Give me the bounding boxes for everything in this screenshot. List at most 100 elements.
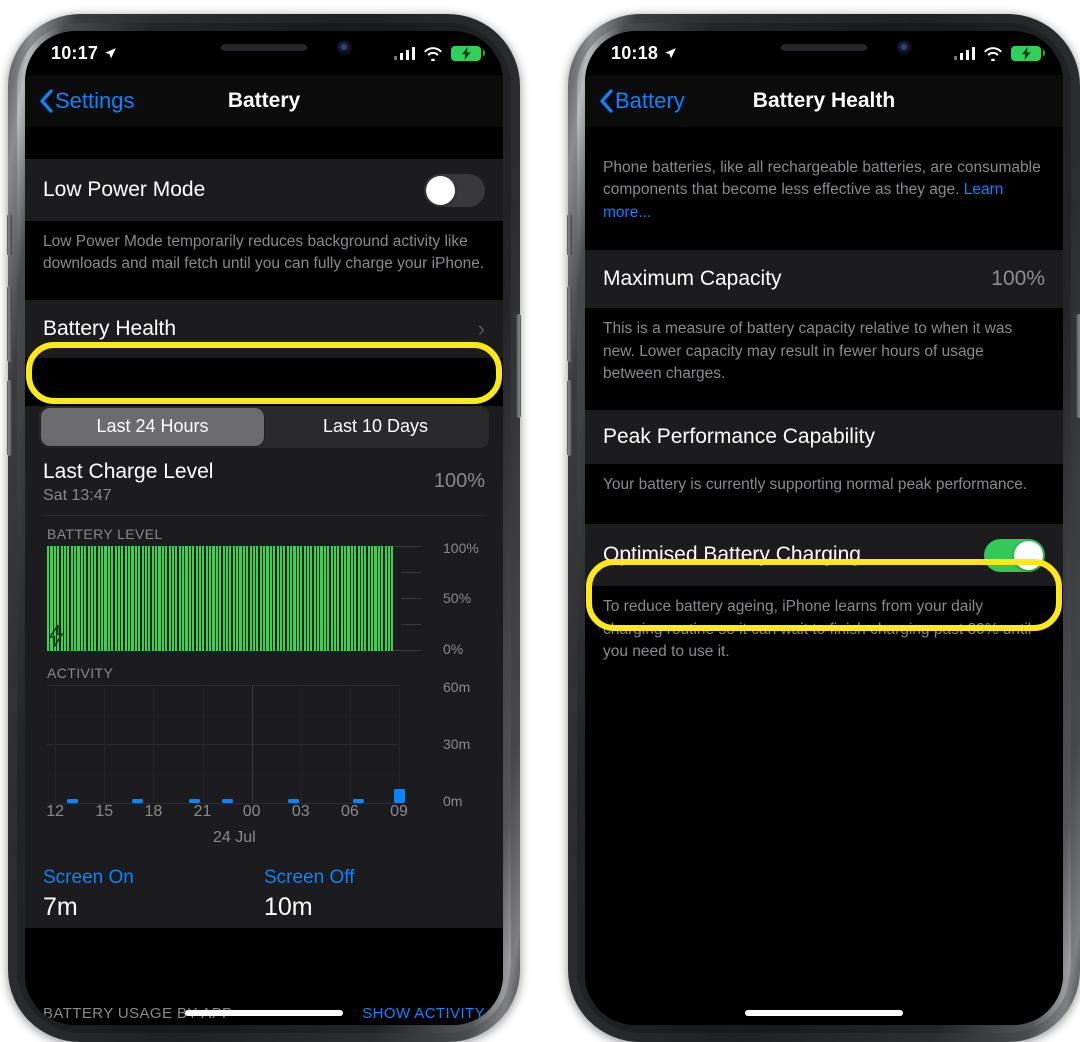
home-indicator[interactable] xyxy=(185,1010,343,1016)
y-tick-label: 50% xyxy=(443,590,472,607)
right-screen: 10:18 Battery Battery Health Phone batte… xyxy=(585,31,1063,1025)
y-tick-label: 0m xyxy=(443,793,463,810)
mute-switch[interactable] xyxy=(567,214,572,256)
toggle-knob xyxy=(1014,540,1043,570)
volume-up-button[interactable] xyxy=(567,286,572,362)
low-power-mode-toggle[interactable] xyxy=(424,173,485,207)
battery-health-row[interactable]: Battery Health › xyxy=(25,299,503,358)
battery-charging-icon xyxy=(1011,45,1045,61)
gridline xyxy=(47,714,399,716)
wifi-icon xyxy=(424,46,442,61)
last-charge-level-row: Last Charge Level Sat 13:47 100% xyxy=(25,448,503,515)
low-power-mode-label: Low Power Mode xyxy=(43,178,206,201)
x-tick-label: 00 xyxy=(242,803,261,821)
charging-bolt-icon xyxy=(49,625,63,648)
gridline xyxy=(202,685,204,804)
gridline xyxy=(251,685,253,804)
maximum-capacity-note: This is a measure of battery capacity re… xyxy=(603,320,1013,383)
last-charge-text: Last Charge Level Sat 13:47 xyxy=(43,460,213,505)
gridline xyxy=(47,685,399,687)
battery-health-content: Phone batteries, like all rechargeable b… xyxy=(585,127,1063,1025)
volume-down-button[interactable] xyxy=(7,380,12,456)
battery-level-chart: 100% 50% 0% xyxy=(47,540,503,657)
status-left: 10:18 xyxy=(611,43,677,64)
status-right xyxy=(953,45,1045,61)
battery-health-label: Battery Health xyxy=(43,316,177,340)
maximum-capacity-label: Maximum Capacity xyxy=(603,267,782,291)
battery-level-y-axis: 100% 50% 0% xyxy=(443,540,495,657)
x-tick-label: 12 xyxy=(46,803,65,821)
screen-off-block: Screen Off 10m xyxy=(264,867,485,922)
optimised-battery-charging-row[interactable]: Optimised Battery Charging xyxy=(585,524,1063,587)
screen-off-label: Screen Off xyxy=(264,867,355,889)
right-phone: 10:18 Battery Battery Health Phone batte… xyxy=(567,14,1080,1042)
earpiece-speaker-icon xyxy=(221,44,307,51)
segment-last-10-days[interactable]: Last 10 Days xyxy=(264,408,487,446)
volume-up-button[interactable] xyxy=(7,286,12,362)
power-button[interactable] xyxy=(1076,314,1080,418)
last-charge-subtitle: Sat 13:47 xyxy=(43,487,112,505)
usage-card: Last 24 Hours Last 10 Days Last Charge L… xyxy=(25,405,503,929)
activity-date-label: 24 Jul xyxy=(213,829,256,847)
screen-on-value: 7m xyxy=(43,893,78,922)
x-tick-label: 06 xyxy=(340,803,359,821)
maximum-capacity-row: Maximum Capacity 100% xyxy=(585,250,1063,309)
clock: 10:17 xyxy=(51,42,99,63)
y-tick-label: 100% xyxy=(443,540,479,557)
back-button[interactable]: Battery xyxy=(599,88,685,114)
time-range-segmented-control[interactable]: Last 24 Hours Last 10 Days xyxy=(39,405,489,448)
battery-level-chart-title: BATTERY LEVEL xyxy=(47,526,163,543)
status-left: 10:17 xyxy=(51,43,117,64)
segment-last-24-hours[interactable]: Last 24 Hours xyxy=(41,407,264,446)
navigation-bar: Settings Battery xyxy=(25,75,503,127)
activity-chart: 60m 30m 0m 12 15 18 21 00 03 06 09 24 Jul xyxy=(46,679,503,853)
power-button[interactable] xyxy=(516,314,521,418)
x-tick-label: 21 xyxy=(193,803,212,821)
location-arrow-icon xyxy=(665,47,676,58)
screen-off-value: 10m xyxy=(264,893,313,922)
x-tick-label: 03 xyxy=(291,803,310,821)
y-tick-label: 30m xyxy=(443,736,471,753)
peak-performance-note: Your battery is currently supporting nor… xyxy=(603,475,1028,493)
screen-on-block: Screen On 7m xyxy=(43,867,264,922)
cellular-signal-icon xyxy=(393,46,415,60)
activity-date-label-wrap: 24 Jul xyxy=(47,829,399,853)
optimised-battery-charging-note: To reduce battery ageing, iPhone learns … xyxy=(603,598,1032,661)
maximum-capacity-value: 100% xyxy=(991,267,1045,291)
show-activity-button[interactable]: SHOW ACTIVITY xyxy=(362,1003,485,1025)
gridline xyxy=(300,685,302,804)
notch xyxy=(155,31,373,64)
optimised-battery-charging-toggle[interactable] xyxy=(984,538,1045,572)
chevron-right-icon: › xyxy=(477,315,485,341)
gridline xyxy=(399,685,400,804)
activity-y-axis: 60m 30m 0m xyxy=(443,679,495,809)
last-charge-title: Last Charge Level xyxy=(43,459,214,483)
back-button-label: Battery xyxy=(615,88,685,113)
gridline xyxy=(153,685,155,804)
low-power-mode-row[interactable]: Low Power Mode xyxy=(25,159,503,221)
x-tick-label: 15 xyxy=(95,803,114,821)
gridline xyxy=(47,744,399,746)
back-button[interactable]: Settings xyxy=(39,88,135,114)
status-right xyxy=(393,45,485,61)
y-tick-label: 0% xyxy=(443,641,464,658)
home-indicator[interactable] xyxy=(745,1010,903,1016)
intro-note: Phone batteries, like all rechargeable b… xyxy=(585,127,1063,224)
location-arrow-icon xyxy=(105,47,116,58)
mute-switch[interactable] xyxy=(7,214,12,256)
volume-down-button[interactable] xyxy=(567,380,572,456)
gridline xyxy=(349,685,351,804)
gridline xyxy=(104,685,106,804)
notch xyxy=(715,31,933,64)
navigation-bar: Battery Battery Health xyxy=(585,75,1063,127)
clock: 10:18 xyxy=(611,42,659,63)
last-charge-value: 100% xyxy=(433,469,485,492)
y-tick-label: 60m xyxy=(443,679,471,696)
activity-x-axis: 12 15 18 21 00 03 06 09 xyxy=(46,803,408,829)
chevron-left-icon xyxy=(40,89,53,113)
cellular-signal-icon xyxy=(953,46,975,60)
left-phone: 10:17 Settings Battery Low Power Mode Lo… xyxy=(7,14,521,1042)
earpiece-speaker-icon xyxy=(781,44,867,51)
toggle-knob xyxy=(426,175,455,205)
left-screen: 10:17 Settings Battery Low Power Mode Lo… xyxy=(25,31,503,1025)
